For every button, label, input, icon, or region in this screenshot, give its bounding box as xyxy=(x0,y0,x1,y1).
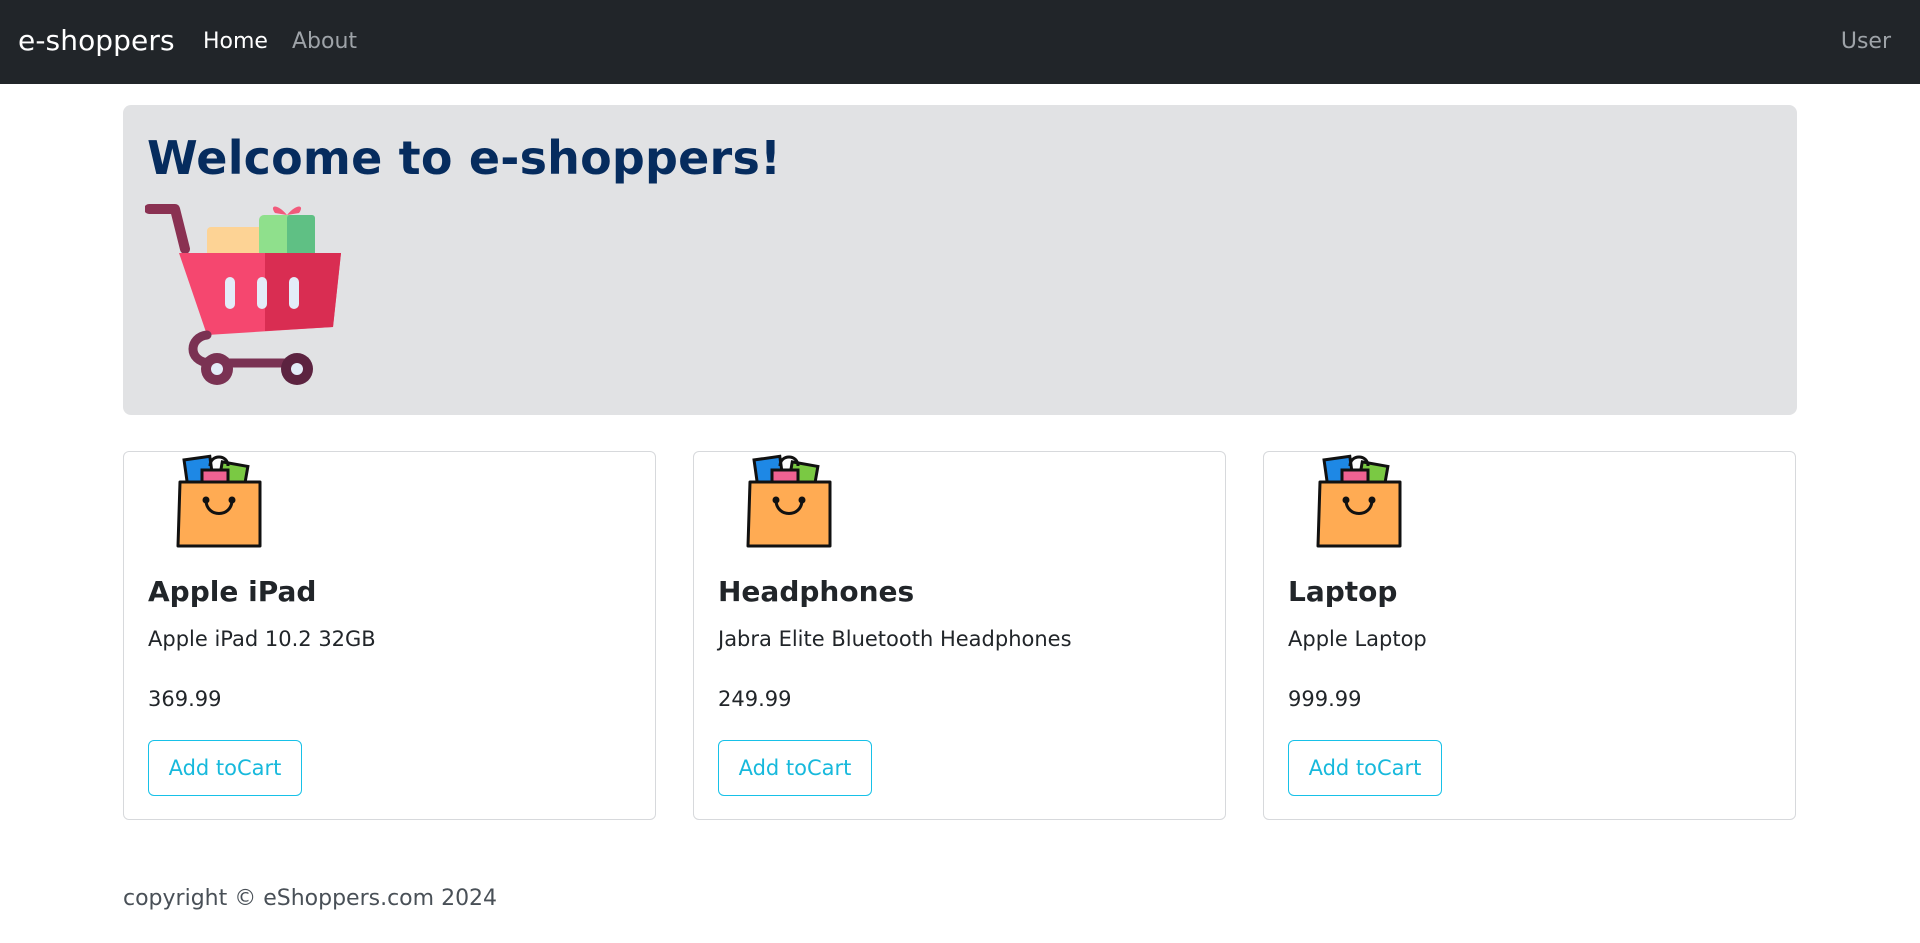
footer-copyright: copyright © eShoppers.com 2024 xyxy=(123,886,498,911)
welcome-banner: Welcome to e-shoppers! xyxy=(123,105,1797,415)
nav-link-about[interactable]: About xyxy=(292,29,357,54)
brand-link[interactable]: e-shoppers xyxy=(18,24,175,57)
shopping-bag-icon xyxy=(176,454,262,548)
product-title: Headphones xyxy=(718,575,915,608)
product-description: Apple iPad 10.2 32GB xyxy=(148,627,376,651)
page-title: Welcome to e-shoppers! xyxy=(147,131,782,185)
shopping-bag-icon xyxy=(746,454,832,548)
product-card: Headphones Jabra Elite Bluetooth Headpho… xyxy=(693,451,1226,820)
nav-link-home[interactable]: Home xyxy=(203,29,268,54)
product-grid: Apple iPad Apple iPad 10.2 32GB 369.99 A… xyxy=(123,451,1797,820)
product-description: Apple Laptop xyxy=(1288,627,1427,651)
product-title: Apple iPad xyxy=(148,575,317,608)
product-card: Laptop Apple Laptop 999.99 Add toCart xyxy=(1263,451,1796,820)
product-price: 369.99 xyxy=(148,687,222,711)
nav-links: Home About xyxy=(203,29,357,54)
shopping-cart-icon xyxy=(145,204,341,385)
shopping-bag-icon xyxy=(1316,454,1402,548)
top-navbar: e-shoppers Home About User xyxy=(0,0,1920,84)
product-description: Jabra Elite Bluetooth Headphones xyxy=(718,627,1072,651)
user-menu-link[interactable]: User xyxy=(1841,29,1891,54)
add-to-cart-button[interactable]: Add toCart xyxy=(718,740,872,796)
add-to-cart-button[interactable]: Add toCart xyxy=(148,740,302,796)
product-price: 249.99 xyxy=(718,687,792,711)
product-card: Apple iPad Apple iPad 10.2 32GB 369.99 A… xyxy=(123,451,656,820)
add-to-cart-button[interactable]: Add toCart xyxy=(1288,740,1442,796)
product-title: Laptop xyxy=(1288,575,1398,608)
product-price: 999.99 xyxy=(1288,687,1362,711)
